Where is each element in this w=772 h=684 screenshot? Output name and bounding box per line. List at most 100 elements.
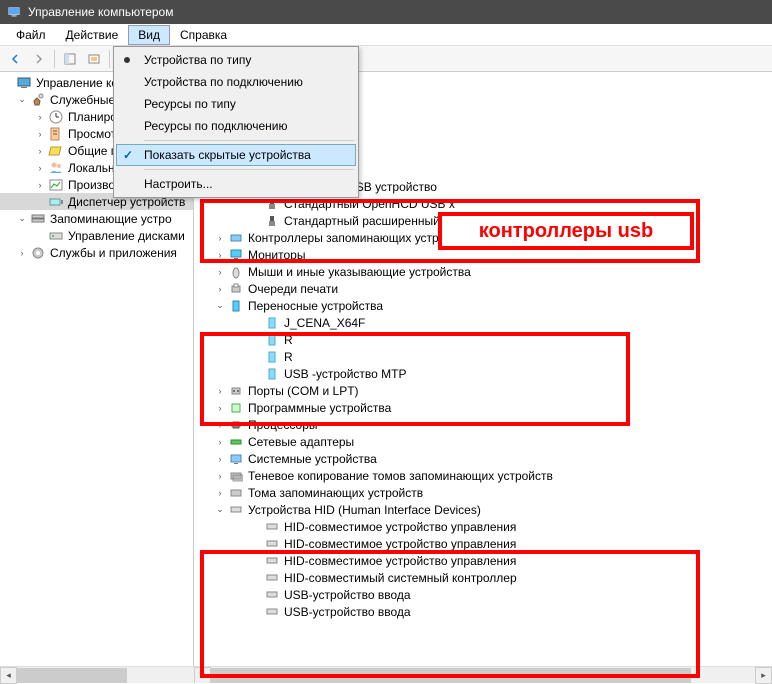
users-icon — [48, 160, 64, 176]
tree-label: Мыши и иные указывающие устройства — [246, 265, 471, 279]
menu-view[interactable]: Вид — [128, 25, 170, 45]
right-scrollbar[interactable]: ◂ ▸ — [194, 666, 772, 683]
hid-sysctrl[interactable]: HID-совместимый системный контроллер — [194, 569, 772, 586]
disk-mgmt[interactable]: Управление дисками — [0, 227, 193, 244]
portable-icon — [228, 298, 244, 314]
chevron-icon[interactable] — [16, 94, 28, 105]
hid-icon — [228, 502, 244, 518]
dd-res-conn[interactable]: Ресурсы по подключению — [116, 115, 356, 137]
ports[interactable]: Порты (COM и LPT) — [194, 382, 772, 399]
scroll-right-button-r[interactable]: ▸ — [755, 667, 772, 683]
chevron-icon[interactable] — [34, 146, 46, 156]
menu-action[interactable]: Действие — [56, 25, 129, 45]
hid-icon — [264, 604, 280, 620]
pd-r1[interactable]: R — [194, 331, 772, 348]
shadow-copy[interactable]: Теневое копирование томов запоминающих у… — [194, 467, 772, 484]
chevron-icon[interactable] — [214, 284, 226, 294]
pd-icon — [264, 366, 280, 382]
tree-label: Планиро — [66, 110, 117, 124]
storage[interactable]: Запоминающие устро — [0, 210, 193, 227]
system-devices[interactable]: Системные устройства — [194, 450, 772, 467]
tree-label: Очереди печати — [246, 282, 338, 296]
menu-help[interactable]: Справка — [170, 25, 237, 45]
dd-by-conn[interactable]: Устройства по подключению — [116, 71, 356, 93]
storage-volumes[interactable]: Тома запоминающих устройств — [194, 484, 772, 501]
chevron-icon[interactable] — [214, 488, 226, 498]
print-queues[interactable]: Очереди печати — [194, 280, 772, 297]
chevron-icon[interactable] — [214, 420, 226, 430]
disk-icon — [48, 228, 64, 244]
portable-devices[interactable]: Переносные устройства — [194, 297, 772, 314]
view-dropdown: Устройства по типу Устройства по подключ… — [113, 46, 359, 198]
pd-icon — [264, 332, 280, 348]
hid-icon — [264, 536, 280, 552]
dd-show-hidden[interactable]: ✓Показать скрытые устройства — [116, 144, 356, 166]
services-apps[interactable]: Службы и приложения — [0, 244, 193, 261]
hid-2[interactable]: HID-совместимое устройство управления — [194, 535, 772, 552]
chevron-icon[interactable] — [214, 403, 226, 413]
dd-res-type[interactable]: Ресурсы по типу — [116, 93, 356, 115]
tree-label: Программные устройства — [246, 401, 391, 415]
usb-input-2[interactable]: USB-устройство ввода — [194, 603, 772, 620]
tree-label: Службы и приложения — [48, 246, 177, 260]
hid-3[interactable]: HID-совместимое устройство управления — [194, 552, 772, 569]
chevron-icon[interactable] — [34, 112, 46, 122]
pd-r2[interactable]: R — [194, 348, 772, 365]
chevron-icon[interactable] — [214, 454, 226, 464]
processors[interactable]: Процессоры — [194, 416, 772, 433]
vol-icon — [228, 485, 244, 501]
net-icon — [228, 434, 244, 450]
forward-button[interactable] — [28, 49, 50, 69]
chevron-icon[interactable] — [16, 213, 28, 224]
menu-file[interactable]: Файл — [6, 25, 56, 45]
dd-customize[interactable]: Настроить... — [116, 173, 356, 195]
tree-label: J_CENA_X64F — [282, 316, 365, 330]
chevron-icon[interactable] — [214, 250, 226, 260]
usb-icon — [264, 213, 280, 229]
hid-icon — [264, 519, 280, 535]
pd-mtp[interactable]: USB -устройство MTP — [194, 365, 772, 382]
scroll-left-button[interactable]: ◂ — [0, 667, 17, 683]
sched-icon — [48, 109, 64, 125]
chevron-icon[interactable] — [214, 437, 226, 447]
chevron-icon[interactable] — [214, 504, 226, 515]
network-adapters[interactable]: Сетевые адаптеры — [194, 433, 772, 450]
back-button[interactable] — [4, 49, 26, 69]
hid-devices[interactable]: Устройства HID (Human Interface Devices) — [194, 501, 772, 518]
tree-label: Мониторы — [246, 248, 305, 262]
left-scrollbar[interactable]: ◂ ▸ — [0, 666, 194, 683]
show-hide-button[interactable] — [59, 49, 81, 69]
pd-jcena[interactable]: J_CENA_X64F — [194, 314, 772, 331]
chevron-icon[interactable] — [16, 248, 28, 258]
chevron-icon[interactable] — [214, 233, 226, 243]
titlebar: Управление компьютером — [0, 0, 772, 24]
hid-1[interactable]: HID-совместимое устройство управления — [194, 518, 772, 535]
dd-by-type[interactable]: Устройства по типу — [116, 49, 356, 71]
software-devices[interactable]: Программные устройства — [194, 399, 772, 416]
chevron-icon[interactable] — [214, 267, 226, 277]
chevron-icon[interactable] — [34, 129, 46, 139]
mouse-icon — [228, 264, 244, 280]
chevron-icon[interactable] — [214, 471, 226, 481]
tree-label: Стандартный расширенный — [282, 214, 440, 228]
tree-label: Общие п — [66, 144, 117, 158]
mice[interactable]: Мыши и иные указывающие устройства — [194, 263, 772, 280]
chevron-icon[interactable] — [34, 163, 46, 173]
share-icon — [48, 143, 64, 159]
annotation-callout: контроллеры usb — [438, 212, 694, 250]
devmgr-icon — [48, 194, 64, 210]
chevron-icon[interactable] — [214, 300, 226, 311]
ports-icon — [228, 383, 244, 399]
shadow-icon — [228, 468, 244, 484]
usb-input-1[interactable]: USB-устройство ввода — [194, 586, 772, 603]
tree-label: Контроллеры запоминающих устройств — [246, 231, 470, 245]
tree-label: Процессоры — [246, 418, 318, 432]
properties-button[interactable] — [83, 49, 105, 69]
tree-label: Порты (COM и LPT) — [246, 384, 359, 398]
tree-label: Переносные устройства — [246, 299, 383, 313]
stor-icon — [228, 230, 244, 246]
chevron-icon[interactable] — [34, 180, 46, 190]
scroll-left-button-r[interactable]: ◂ — [194, 667, 211, 683]
chevron-icon[interactable] — [214, 386, 226, 396]
tree-label: Локальн — [66, 161, 115, 175]
